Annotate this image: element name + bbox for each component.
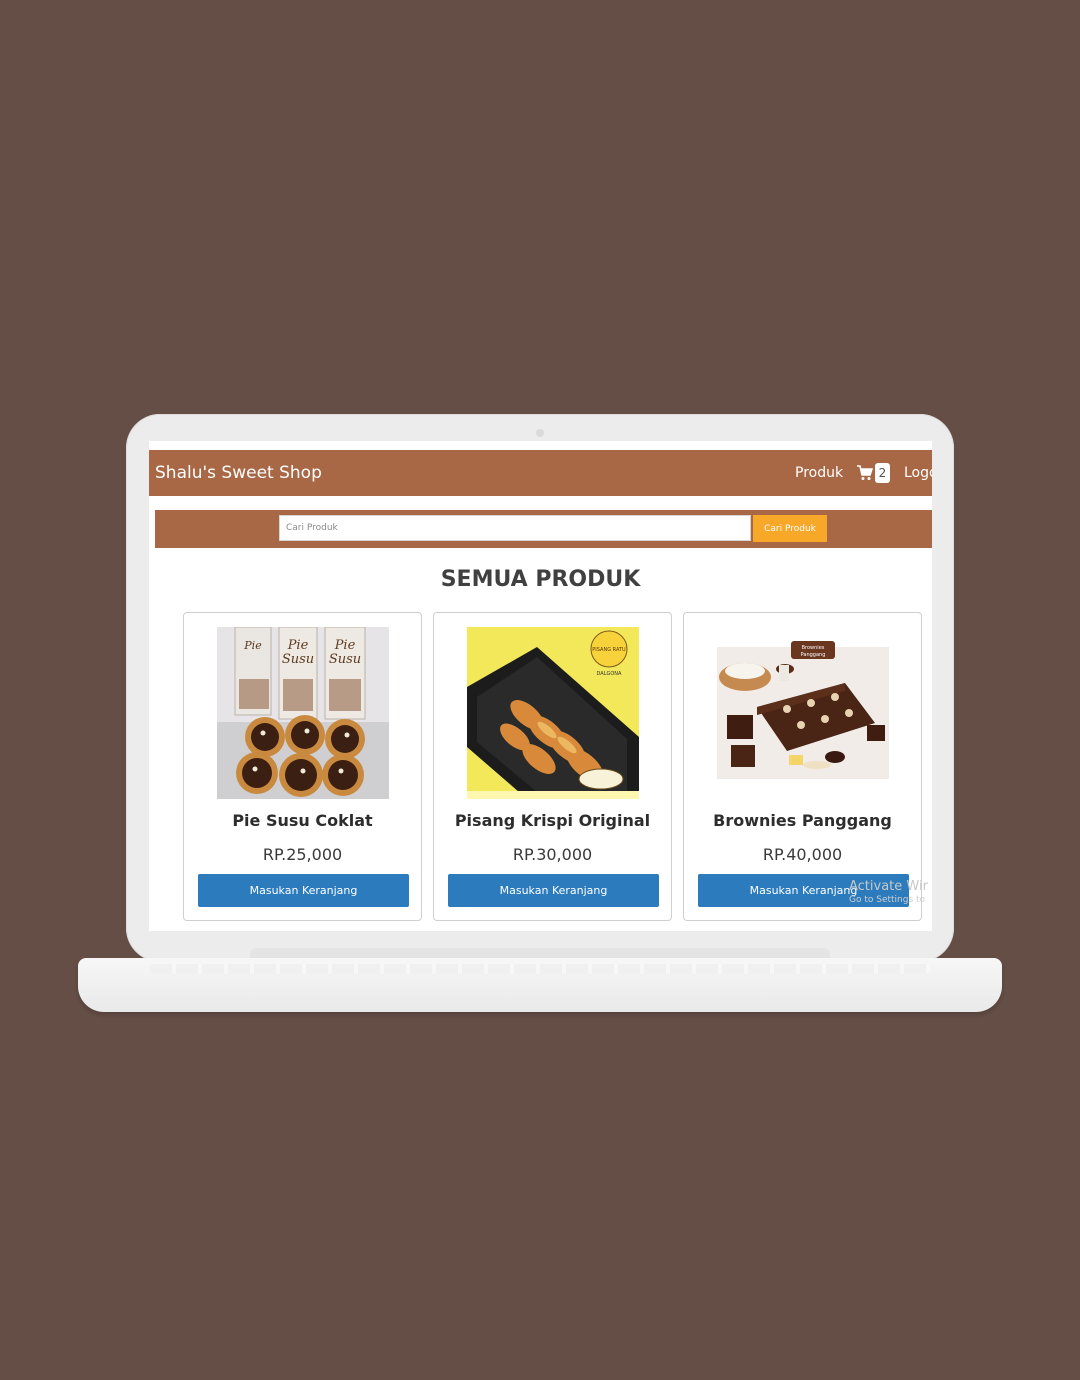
- product-card: Pie Pie Susu Pie Susu Pie Susu Coklat RP…: [183, 612, 422, 921]
- svg-text:Brownies: Brownies: [802, 645, 825, 651]
- product-price: RP.40,000: [762, 845, 843, 864]
- svg-text:Pie: Pie: [243, 639, 262, 652]
- add-to-cart-button[interactable]: Masukan Keranjang: [448, 874, 659, 907]
- page-title: SEMUA PRODUK: [440, 567, 641, 592]
- search-input[interactable]: [279, 515, 751, 541]
- product-price: RP.25,000: [262, 845, 343, 864]
- brand-logo[interactable]: Shalu's Sweet Shop: [155, 463, 322, 483]
- watermark-line2: Go to Settings to: [849, 894, 926, 905]
- keyboard: [150, 964, 930, 974]
- product-name: Pie Susu Coklat: [232, 811, 373, 830]
- cart-count-badge[interactable]: 2: [875, 463, 890, 483]
- add-to-cart-button[interactable]: Masukan Keranjang: [198, 874, 409, 907]
- navbar: Shalu's Sweet Shop Produk 2 Logo: [149, 450, 932, 496]
- nav-link-logout[interactable]: Logo: [904, 465, 932, 481]
- product-image-pie-susu-coklat[interactable]: Pie Pie Susu Pie Susu: [217, 627, 389, 799]
- svg-text:Pie: Pie: [287, 638, 309, 653]
- product-image-brownies-panggang[interactable]: Brownies Panggang: [717, 627, 889, 799]
- nav-link-produk[interactable]: Produk: [795, 465, 843, 481]
- product-card: Brownies Panggang Brownies Panggang RP.4…: [683, 612, 922, 921]
- svg-text:PISANG RATU: PISANG RATU: [592, 647, 626, 653]
- product-name: Pisang Krispi Original: [454, 811, 651, 830]
- product-image-pisang-krispi-original[interactable]: PISANG RATU DALGONA: [467, 627, 639, 799]
- product-card: PISANG RATU DALGONA Pisang Krispi Origin…: [433, 612, 672, 921]
- svg-text:Panggang: Panggang: [801, 652, 826, 658]
- svg-text:DALGONA: DALGONA: [597, 671, 623, 677]
- product-name: Brownies Panggang: [713, 811, 892, 830]
- laptop-screen: Shalu's Sweet Shop Produk 2 Logo Cari Pr…: [149, 441, 932, 931]
- search-button[interactable]: Cari Produk: [753, 515, 827, 542]
- svg-text:Pie: Pie: [334, 638, 356, 653]
- cart-icon[interactable]: [857, 465, 874, 481]
- activation-watermark: Activate Wir Go to Settings to: [849, 879, 928, 905]
- search-bar: Cari Produk: [155, 510, 932, 548]
- svg-text:Susu: Susu: [329, 652, 361, 667]
- svg-text:Susu: Susu: [282, 652, 314, 667]
- watermark-line1: Activate Wir: [849, 879, 928, 894]
- webcam: [536, 429, 544, 437]
- product-price: RP.30,000: [512, 845, 593, 864]
